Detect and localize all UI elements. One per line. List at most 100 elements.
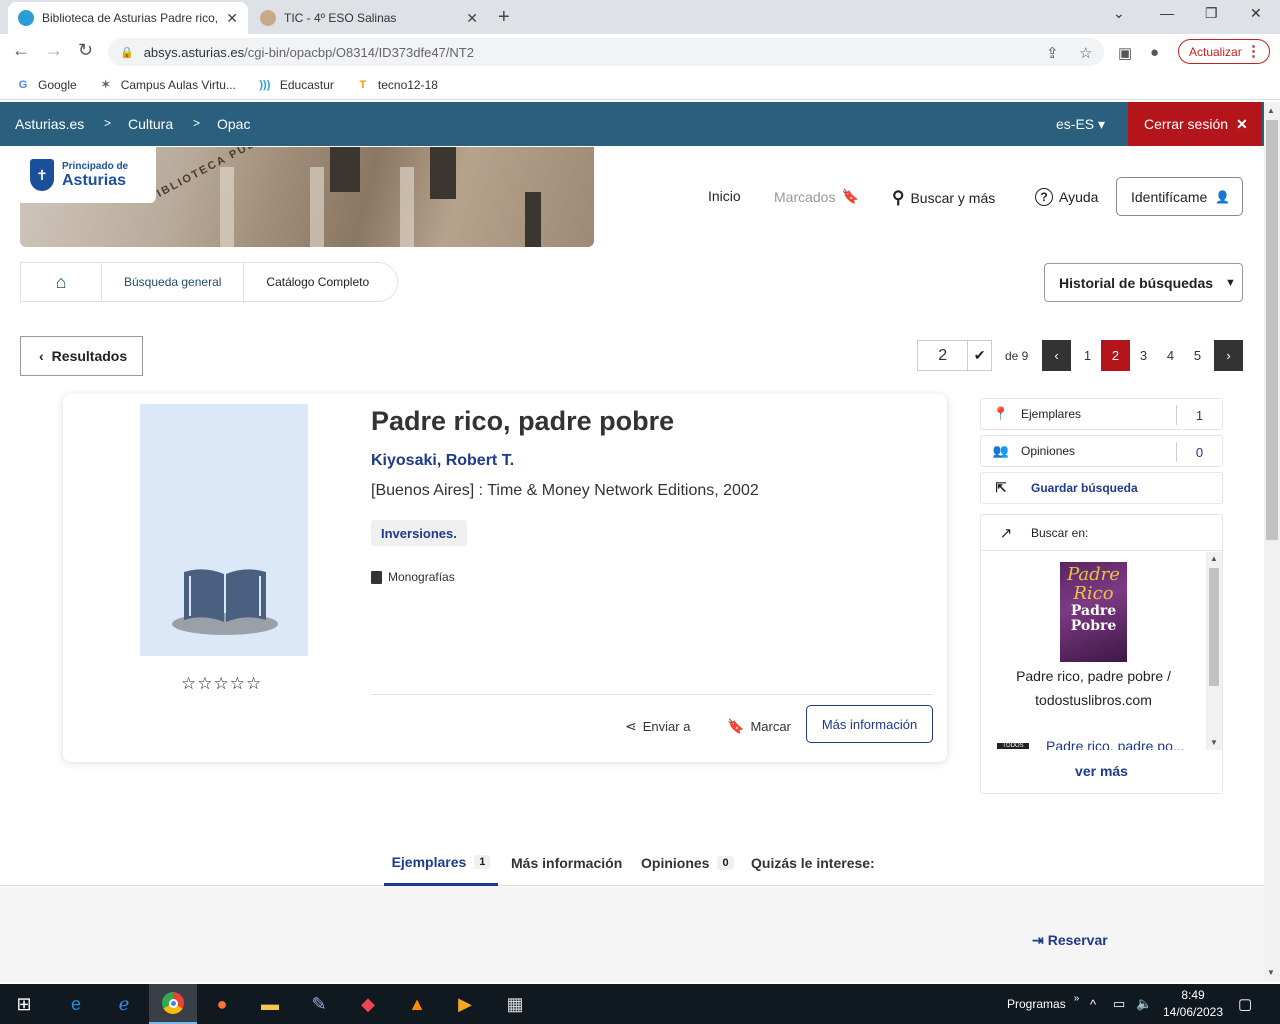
site-favicon-icon — [260, 10, 276, 26]
external-result-source: todostuslibros.com — [1035, 692, 1152, 708]
start-menu-icon[interactable]: ⊞ — [0, 984, 48, 1024]
page-5-link[interactable]: 5 — [1183, 340, 1212, 371]
home-icon[interactable]: ⌂ — [21, 272, 101, 293]
mark-button[interactable]: 🔖 Marcar — [727, 718, 791, 735]
nav-asturias-link[interactable]: Asturias.es — [15, 116, 84, 132]
browser-tab-biblioteca[interactable]: Biblioteca de Asturias Padre rico, ✕ — [8, 2, 248, 34]
file-explorer-icon[interactable]: ▬ — [246, 984, 294, 1024]
chevron-icon: » — [1073, 992, 1080, 1004]
bookmark-tecno[interactable]: T tecno12-18 — [356, 78, 438, 92]
clock[interactable]: 8:49 14/06/2023 — [1160, 987, 1226, 1021]
opinions-link[interactable]: 👥 Opiniones 0 — [980, 435, 1223, 467]
tab-ejemplares[interactable]: Ejemplares 1 — [384, 840, 498, 886]
close-tab-icon[interactable]: ✕ — [466, 10, 478, 27]
app-icon[interactable]: ◆ — [344, 984, 392, 1024]
search-in-results: Padre Rico Padre Pobre Padre rico, padre… — [981, 552, 1222, 750]
site-favicon-icon — [18, 10, 34, 26]
page-scrollbar[interactable]: ▲ ▼ — [1264, 102, 1280, 982]
reload-icon[interactable]: ↻ — [78, 40, 93, 61]
menu-ayuda[interactable]: ? Ayuda — [1035, 188, 1098, 206]
side-panel-icon[interactable]: ▣ — [1118, 44, 1132, 62]
bookmark-educastur[interactable]: ))) Educastur — [258, 78, 334, 92]
copies-link[interactable]: 📍 Ejemplares 1 — [980, 398, 1223, 430]
tab-opiniones[interactable]: Opiniones 0 — [641, 840, 734, 886]
volume-muted-icon[interactable]: 🔈 — [1136, 984, 1152, 1024]
page-4-link[interactable]: 4 — [1156, 340, 1185, 371]
scroll-down-icon[interactable]: ▼ — [1267, 968, 1275, 977]
asturias-logo[interactable]: ✝ Principado de Asturias — [20, 147, 156, 203]
share-icon[interactable]: ⇪ — [1046, 44, 1059, 62]
search-in-header: ↗ Buscar en: — [981, 515, 1222, 551]
scroll-up-icon[interactable]: ▲ — [1210, 554, 1218, 563]
ie-icon[interactable]: ℯ — [100, 984, 148, 1024]
reserve-button[interactable]: ⇥ Reservar — [1032, 932, 1108, 949]
more-info-button[interactable]: Más información — [806, 705, 933, 743]
back-to-results-button[interactable]: ‹ Resultados — [20, 336, 143, 376]
vlc-icon[interactable]: ▲ — [393, 984, 441, 1024]
page-2-link[interactable]: 2 — [1101, 340, 1130, 371]
address-bar[interactable]: 🔒 absys.asturias.es/cgi-bin/opacbp/O8314… — [108, 38, 1104, 66]
update-button[interactable]: Actualizar ⋮ — [1178, 39, 1270, 64]
external-book-cover[interactable]: Padre Rico Padre Pobre — [1060, 562, 1127, 662]
tab-mas-informacion[interactable]: Más información — [511, 840, 622, 886]
nav-opac-link[interactable]: Opac — [217, 116, 250, 132]
search-history-button[interactable]: Historial de búsquedas ▼ — [1044, 263, 1243, 302]
breadcrumb-busqueda-general[interactable]: Búsqueda general — [101, 262, 243, 302]
search-icon: ⚲ — [892, 188, 905, 207]
close-window-icon[interactable]: ✕ — [1250, 5, 1262, 22]
close-tab-icon[interactable]: ✕ — [226, 10, 238, 27]
check-icon[interactable]: ✔ — [967, 341, 991, 370]
record-author-link[interactable]: Kiyosaki, Robert T. — [371, 452, 514, 470]
programs-toolbar[interactable]: Programas » — [1007, 984, 1079, 1024]
save-search-button[interactable]: ⇱ Guardar búsqueda — [980, 472, 1223, 504]
menu-marcados[interactable]: Marcados 🔖 — [774, 188, 859, 205]
scroll-down-icon[interactable]: ▼ — [1210, 738, 1218, 747]
subject-tag[interactable]: Inversiones. — [371, 520, 467, 546]
firefox-icon[interactable]: ● — [198, 984, 246, 1024]
rating-stars[interactable]: ☆☆☆☆☆ — [181, 674, 262, 694]
update-label: Actualizar — [1189, 44, 1242, 59]
identify-button[interactable]: Identifícame 👤 — [1116, 177, 1243, 216]
bookmark-google[interactable]: G Google — [16, 78, 77, 92]
forward-icon[interactable]: → — [45, 40, 63, 61]
external-result-title[interactable]: Padre rico, padre pobre / — [981, 668, 1206, 684]
notifications-icon[interactable]: ▢ — [1238, 984, 1252, 1024]
minimize-icon[interactable]: — — [1160, 5, 1174, 21]
search-in-scrollbar[interactable]: ▲ ▼ — [1206, 552, 1222, 750]
page-number-input[interactable]: 2 ✔ — [917, 340, 992, 371]
profile-icon[interactable]: ● — [1150, 44, 1159, 61]
back-icon[interactable]: ← — [12, 40, 30, 61]
logout-button[interactable]: Cerrar sesión ✕ — [1128, 102, 1262, 146]
edge-icon[interactable]: e — [52, 984, 100, 1024]
tray-up-icon[interactable]: ^ — [1090, 984, 1096, 1024]
nav-cultura-link[interactable]: Cultura — [128, 116, 173, 132]
book-icon — [371, 570, 382, 584]
breadcrumb: ⌂ Búsqueda general Catálogo Completo — [20, 262, 398, 302]
scroll-up-icon[interactable]: ▲ — [1267, 106, 1275, 115]
language-selector[interactable]: es-ES ▾ — [1056, 116, 1105, 133]
see-more-link[interactable]: ver más — [981, 763, 1222, 779]
page-1-link[interactable]: 1 — [1073, 340, 1102, 371]
menu-dots-icon[interactable]: ⋮ — [1246, 42, 1261, 60]
external-result-link[interactable]: Padre rico, padre po... — [1046, 738, 1192, 750]
bookmark-campus[interactable]: ✶ Campus Aulas Virtu... — [99, 78, 236, 92]
media-player-icon[interactable]: ▶ — [441, 984, 489, 1024]
chrome-icon[interactable] — [149, 984, 197, 1024]
restore-icon[interactable]: ❐ — [1205, 5, 1218, 22]
menu-buscar[interactable]: ⚲ Buscar y más — [892, 188, 995, 208]
tab-search-icon[interactable]: ⌄ — [1113, 5, 1125, 22]
calculator-icon[interactable]: ▦ — [491, 984, 539, 1024]
scrollbar-thumb[interactable] — [1266, 120, 1278, 540]
bookmark-star-icon[interactable]: ☆ — [1079, 44, 1092, 62]
paint-icon[interactable]: ✎ — [295, 984, 343, 1024]
tab-quizas-le-interese[interactable]: Quizás le interese: — [751, 840, 875, 886]
network-icon[interactable]: ▭ — [1113, 984, 1125, 1024]
prev-page-button[interactable]: ‹ — [1042, 340, 1071, 371]
next-page-button[interactable]: › — [1214, 340, 1243, 371]
browser-tab-tic[interactable]: TIC - 4º ESO Salinas ✕ — [250, 2, 488, 34]
page-3-link[interactable]: 3 — [1129, 340, 1158, 371]
menu-inicio[interactable]: Inicio — [708, 188, 741, 204]
send-to-button[interactable]: ⋖ Enviar a — [625, 718, 690, 735]
external-link-icon: ↗ — [999, 524, 1013, 542]
new-tab-icon[interactable]: + — [498, 6, 510, 29]
